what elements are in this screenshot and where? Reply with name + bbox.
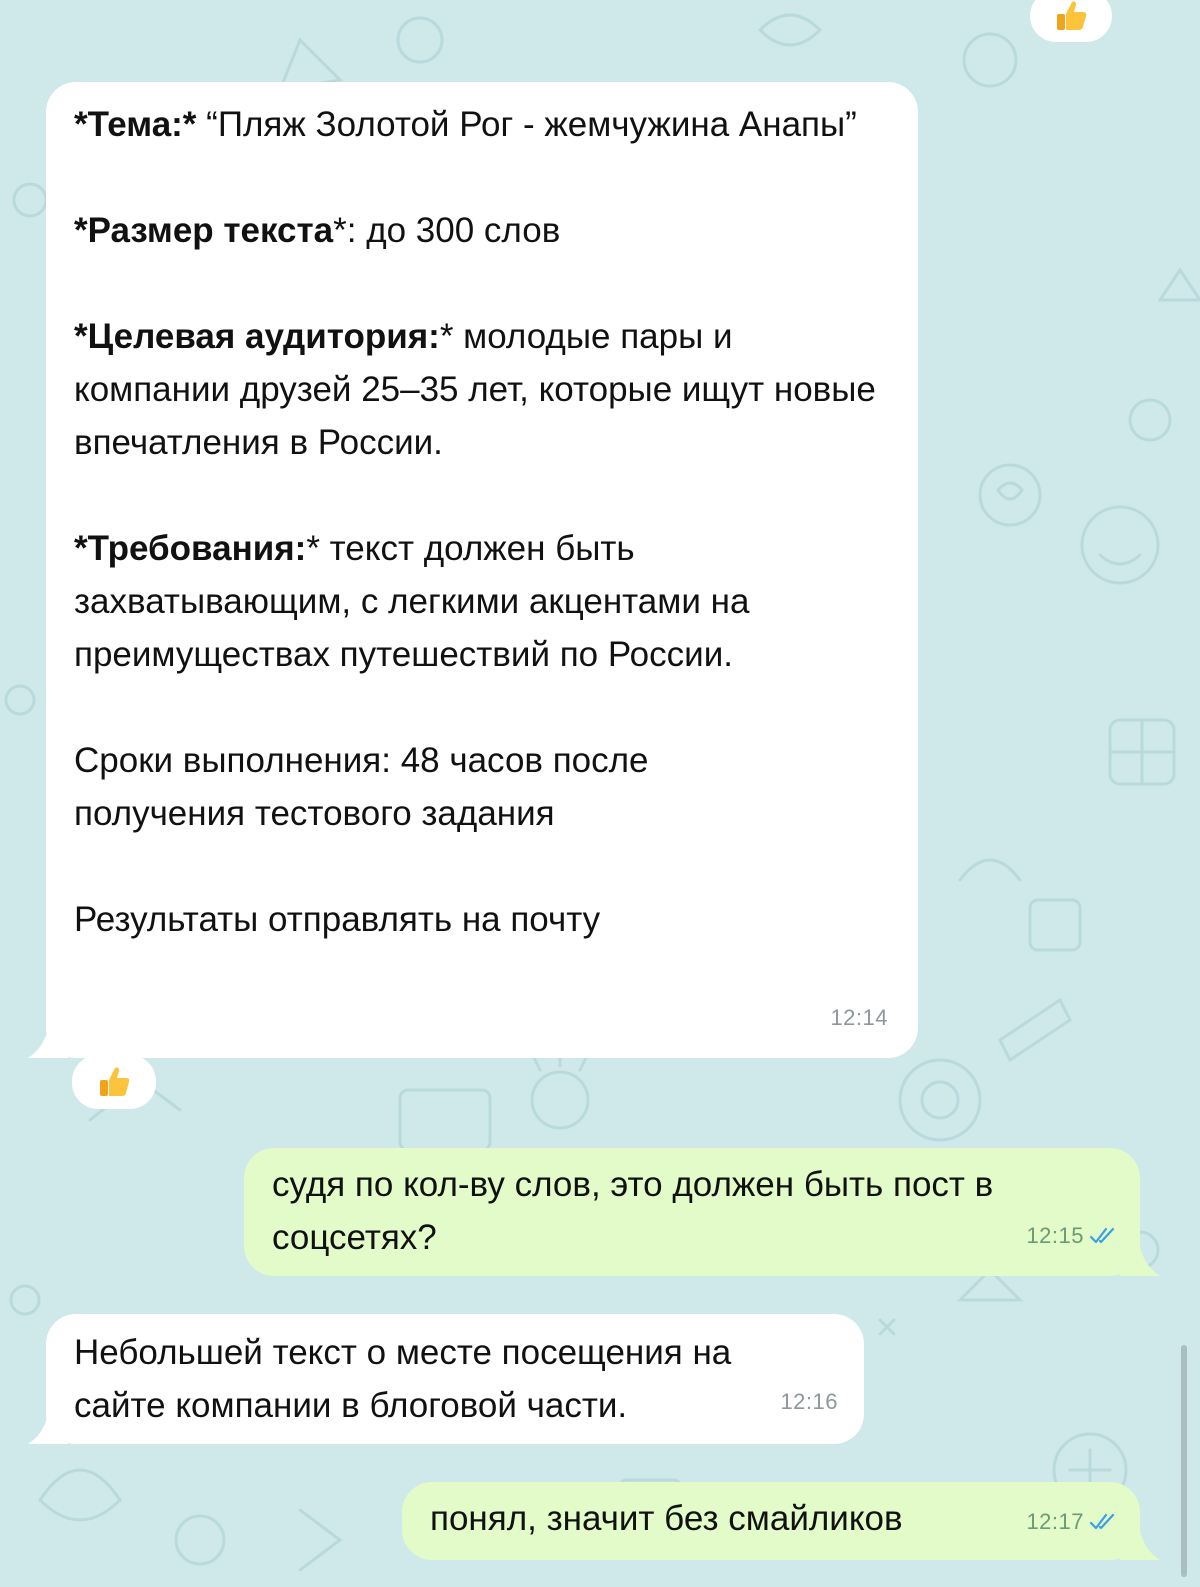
- message-timestamp: 12:14: [830, 1005, 888, 1030]
- outgoing-message[interactable]: понял, значит без смайликов 12:17: [402, 1482, 1140, 1560]
- outgoing-bubble-tail: [1120, 1228, 1160, 1276]
- message-timestamp: 12:16: [780, 1389, 838, 1414]
- previous-message-reaction[interactable]: [1030, 0, 1112, 42]
- message-section-size: *Размер текста*: до 300 слов: [74, 211, 561, 250]
- scrollbar[interactable]: [1181, 1345, 1187, 1577]
- message-timestamp: 12:15: [1026, 1209, 1118, 1262]
- incoming-message[interactable]: *Тема:* “Пляж Золотой Рог - жемчужина Ан…: [46, 82, 918, 1058]
- double-check-icon: [1089, 1227, 1115, 1243]
- message-section-results: Результаты отправлять на почту: [74, 900, 601, 939]
- outgoing-message[interactable]: судя по кол-ву слов, это должен быть пос…: [244, 1148, 1140, 1276]
- message-section-topic: *Тема:* “Пляж Золотой Рог - жемчужина Ан…: [74, 105, 857, 144]
- double-check-icon: [1089, 1513, 1115, 1529]
- message-section-deadline: Сроки выполнения: 48 часов после получен…: [74, 741, 649, 833]
- message-reaction[interactable]: [72, 1055, 156, 1109]
- message-text: судя по кол-ву слов, это должен быть пос…: [272, 1165, 994, 1257]
- incoming-message[interactable]: Небольшей текст о месте посещения на сай…: [46, 1314, 864, 1444]
- message-timestamp: 12:17: [1026, 1495, 1118, 1548]
- message-text: Небольшей текст о месте посещения на сай…: [74, 1333, 732, 1425]
- message-text: понял, значит без смайликов: [430, 1499, 903, 1538]
- message-section-requirements: *Требования:* текст должен быть захватыв…: [74, 529, 750, 674]
- thumbs-up-icon: [100, 1067, 130, 1096]
- message-section-audience: *Целевая аудитория:* молодые пары и комп…: [74, 317, 876, 462]
- thumbs-up-icon: [1057, 1, 1087, 30]
- incoming-bubble-tail: [28, 1010, 68, 1058]
- incoming-bubble-tail: [28, 1396, 68, 1444]
- outgoing-bubble-tail: [1120, 1512, 1160, 1560]
